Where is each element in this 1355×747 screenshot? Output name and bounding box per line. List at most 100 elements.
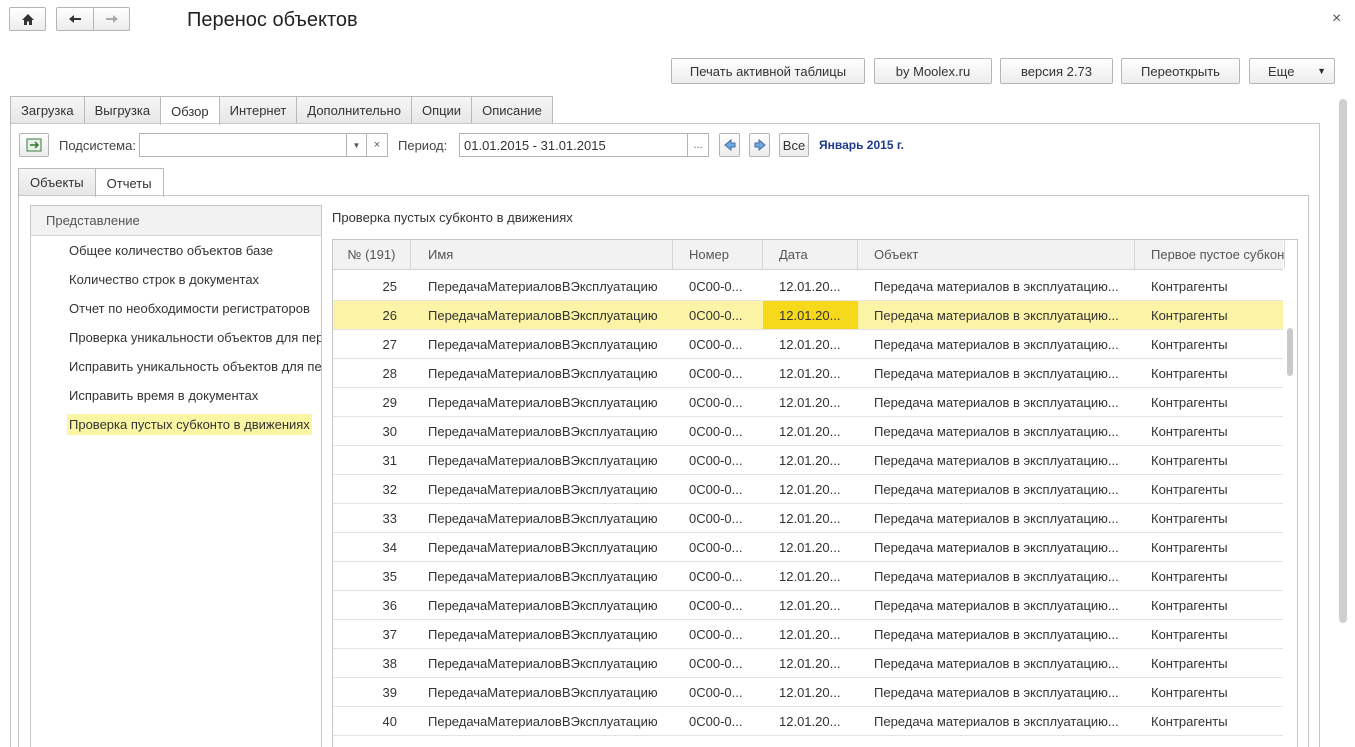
tab-description[interactable]: Описание [471, 96, 553, 124]
table-row[interactable]: 32 ПередачаМатериаловВЭксплуатацию 0С00-0.… [333, 475, 1283, 504]
table-cell[interactable]: Контрагенты [1135, 417, 1285, 445]
table-cell[interactable]: 38 [333, 649, 411, 677]
list-item[interactable]: Отчет по необходимости регистраторов [31, 294, 321, 323]
table-cell[interactable]: ПередачаМатериаловВЭксплуатацию [411, 301, 673, 329]
table-cell[interactable]: ПередачаМатериаловВЭксплуатацию [411, 707, 673, 735]
table-cell[interactable]: Контрагенты [1135, 475, 1285, 503]
table-cell[interactable]: 28 [333, 359, 411, 387]
table-cell[interactable]: 0С00-0... [673, 359, 763, 387]
close-icon[interactable]: × [1332, 10, 1341, 28]
table-row[interactable]: 36 ПередачаМатериаловВЭксплуатацию 0С00-0.… [333, 591, 1283, 620]
table-cell[interactable]: ПередачаМатериаловВЭксплуатацию [411, 388, 673, 416]
more-button[interactable]: Еще ▼ [1249, 58, 1335, 84]
table-cell[interactable]: ПередачаМатериаловВЭксплуатацию [411, 272, 673, 300]
table-cell[interactable]: 25 [333, 272, 411, 300]
table-cell[interactable]: 12.01.20... [763, 504, 858, 532]
table-cell[interactable]: 12.01.20... [763, 359, 858, 387]
home-button[interactable] [9, 7, 46, 31]
table-cell[interactable]: 0С00-0... [673, 504, 763, 532]
column-header[interactable]: Дата [763, 240, 858, 269]
subsystem-dropdown-button[interactable]: ▼ [346, 133, 367, 157]
back-button[interactable] [56, 7, 93, 31]
table-row[interactable]: 31 ПередачаМатериаловВЭксплуатацию 0С00-0.… [333, 446, 1283, 475]
table-cell[interactable]: Передача материалов в эксплуатацию... [858, 707, 1135, 735]
table-cell[interactable]: Контрагенты [1135, 446, 1285, 474]
table-cell[interactable]: 31 [333, 446, 411, 474]
table-cell[interactable]: Передача материалов в эксплуатацию... [858, 475, 1135, 503]
table-cell[interactable]: Контрагенты [1135, 707, 1285, 735]
table-cell[interactable]: 39 [333, 678, 411, 706]
table-cell[interactable]: ПередачаМатериаловВЭксплуатацию [411, 475, 673, 503]
table-cell[interactable]: ПередачаМатериаловВЭксплуатацию [411, 678, 673, 706]
list-item[interactable]: Исправить время в документах [31, 381, 321, 410]
table-cell[interactable]: 12.01.20... [763, 301, 858, 329]
table-cell[interactable]: 0С00-0... [673, 533, 763, 561]
table-cell[interactable]: 34 [333, 533, 411, 561]
table-cell[interactable]: Контрагенты [1135, 649, 1285, 677]
all-period-button[interactable]: Все [779, 133, 809, 157]
table-row[interactable]: 35 ПередачаМатериаловВЭксплуатацию 0С00-0.… [333, 562, 1283, 591]
table-cell[interactable]: 0С00-0... [673, 591, 763, 619]
version-button[interactable]: версия 2.73 [1000, 58, 1113, 84]
table-cell[interactable]: 35 [333, 562, 411, 590]
table-row[interactable]: 33 ПередачаМатериаловВЭксплуатацию 0С00-0.… [333, 504, 1283, 533]
table-cell[interactable]: ПередачаМатериаловВЭксплуатацию [411, 359, 673, 387]
table-cell[interactable]: 0С00-0... [673, 475, 763, 503]
table-cell[interactable]: Передача материалов в эксплуатацию... [858, 562, 1135, 590]
table-cell[interactable]: 40 [333, 707, 411, 735]
table-cell[interactable]: 12.01.20... [763, 591, 858, 619]
table-cell[interactable]: 30 [333, 417, 411, 445]
table-cell[interactable]: Передача материалов в эксплуатацию... [858, 388, 1135, 416]
table-cell[interactable]: Контрагенты [1135, 591, 1285, 619]
table-cell[interactable]: Передача материалов в эксплуатацию... [858, 504, 1135, 532]
table-cell[interactable]: 12.01.20... [763, 562, 858, 590]
table-row[interactable]: 28 ПередачаМатериаловВЭксплуатацию 0С00-0.… [333, 359, 1283, 388]
table-cell[interactable]: 12.01.20... [763, 533, 858, 561]
table-cell[interactable]: 32 [333, 475, 411, 503]
table-cell[interactable]: 27 [333, 330, 411, 358]
table-cell[interactable]: 12.01.20... [763, 475, 858, 503]
table-cell[interactable]: 0С00-0... [673, 707, 763, 735]
table-cell[interactable]: ПередачаМатериаловВЭксплуатацию [411, 562, 673, 590]
tab-load[interactable]: Загрузка [10, 96, 85, 124]
forward-button[interactable] [93, 7, 130, 31]
table-cell[interactable]: ПередачаМатериаловВЭксплуатацию [411, 446, 673, 474]
tab-options[interactable]: Опции [410, 96, 473, 124]
tab-additional[interactable]: Дополнительно [296, 96, 412, 124]
refresh-button[interactable] [19, 133, 49, 157]
subsystem-field[interactable] [139, 133, 347, 157]
table-cell[interactable]: 0С00-0... [673, 301, 763, 329]
print-active-table-button[interactable]: Печать активной таблицы [671, 58, 865, 84]
table-cell[interactable]: Контрагенты [1135, 301, 1285, 329]
column-header[interactable]: № (191) [333, 240, 411, 269]
table-cell[interactable]: 0С00-0... [673, 562, 763, 590]
table-cell[interactable]: 12.01.20... [763, 678, 858, 706]
table-cell[interactable]: Контрагенты [1135, 388, 1285, 416]
table-cell[interactable]: 12.01.20... [763, 388, 858, 416]
table-cell[interactable]: Передача материалов в эксплуатацию... [858, 678, 1135, 706]
table-cell[interactable]: Передача материалов в эксплуатацию... [858, 591, 1135, 619]
tab-export[interactable]: Выгрузка [83, 96, 162, 124]
table-cell[interactable]: Контрагенты [1135, 330, 1285, 358]
table-cell[interactable]: Передача материалов в эксплуатацию... [858, 359, 1135, 387]
period-select-button[interactable]: ... [687, 133, 709, 157]
tab-reports[interactable]: Отчеты [94, 168, 164, 197]
table-cell[interactable]: 36 [333, 591, 411, 619]
table-cell[interactable]: Контрагенты [1135, 620, 1285, 648]
table-cell[interactable]: 0С00-0... [673, 388, 763, 416]
table-cell[interactable]: Передача материалов в эксплуатацию... [858, 301, 1135, 329]
table-cell[interactable]: ПередачаМатериаловВЭксплуатацию [411, 330, 673, 358]
table-cell[interactable]: ПередачаМатериаловВЭксплуатацию [411, 649, 673, 677]
table-cell[interactable]: ПередачаМатериаловВЭксплуатацию [411, 591, 673, 619]
table-cell[interactable]: ПередачаМатериаловВЭксплуатацию [411, 417, 673, 445]
table-row[interactable]: 27 ПередачаМатериаловВЭксплуатацию 0С00-0.… [333, 330, 1283, 359]
table-cell[interactable]: 12.01.20... [763, 446, 858, 474]
table-cell[interactable]: Передача материалов в эксплуатацию... [858, 272, 1135, 300]
table-row[interactable]: 34 ПередачаМатериаловВЭксплуатацию 0С00-0.… [333, 533, 1283, 562]
table-scrollbar-thumb[interactable] [1287, 328, 1293, 376]
table-cell[interactable]: 0С00-0... [673, 330, 763, 358]
table-cell[interactable]: Передача материалов в эксплуатацию... [858, 446, 1135, 474]
table-row[interactable]: 29 ПередачаМатериаловВЭксплуатацию 0С00-0.… [333, 388, 1283, 417]
table-row[interactable]: 26 ПередачаМатериаловВЭксплуатацию 0С00-0.… [333, 301, 1283, 330]
column-header[interactable]: Объект [858, 240, 1135, 269]
